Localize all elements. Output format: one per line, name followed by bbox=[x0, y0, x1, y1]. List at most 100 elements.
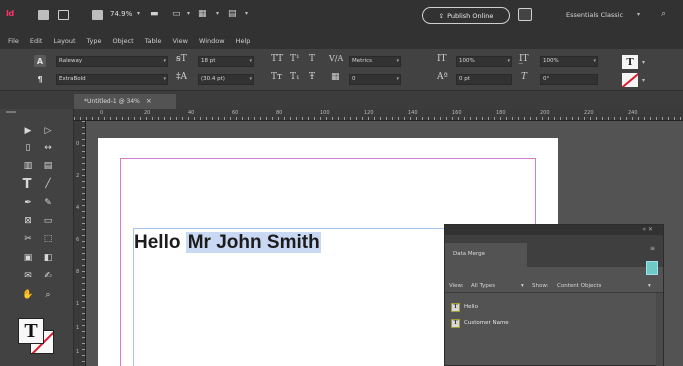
content-collector-tool-icon[interactable]: ▥ bbox=[22, 160, 34, 172]
list-item[interactable]: T Customer Name bbox=[451, 318, 509, 328]
panel-scrollbar[interactable] bbox=[656, 293, 663, 366]
vertical-ruler[interactable]: 0 2 4 6 8 1 1 1 bbox=[74, 121, 86, 366]
subscript-icon[interactable]: T₁ bbox=[290, 72, 300, 82]
direct-selection-tool-icon[interactable]: ▷ bbox=[42, 125, 54, 137]
tracking-field[interactable]: 0 ▾ bbox=[349, 74, 401, 85]
underline-icon[interactable]: T bbox=[309, 54, 315, 64]
panel-header-bar[interactable]: « ✕ bbox=[445, 225, 663, 235]
view-dropdown-icon[interactable]: ▾ bbox=[521, 283, 524, 289]
font-style-field[interactable]: ExtraBold ▾ bbox=[56, 74, 168, 85]
vertical-scale-field[interactable]: 100% ▾ bbox=[456, 56, 512, 67]
list-item[interactable]: T Hello bbox=[451, 302, 478, 312]
page-tool-icon[interactable]: ▯ bbox=[22, 142, 34, 154]
stroke-dropdown-icon[interactable]: ▾ bbox=[642, 77, 645, 84]
image-field-icon[interactable] bbox=[646, 261, 658, 275]
view-options-icon[interactable]: ▬ bbox=[150, 9, 159, 19]
font-size-dropdown-icon[interactable]: ▾ bbox=[249, 57, 252, 66]
text-frame-content[interactable]: Hello Mr John Smith bbox=[134, 232, 321, 254]
line-tool-icon[interactable]: ╱ bbox=[42, 178, 54, 190]
fill-text-icon[interactable]: T bbox=[18, 318, 44, 344]
workspace-switcher[interactable]: Essentials Classic bbox=[566, 11, 623, 19]
panel-tab-data-merge[interactable]: Data Merge bbox=[445, 243, 527, 267]
note-tool-icon[interactable]: ✉ bbox=[22, 270, 34, 282]
pen-tool-icon[interactable]: ✒ bbox=[22, 197, 34, 209]
text-stroke-none-swatch-icon[interactable] bbox=[622, 73, 638, 87]
font-family-field[interactable]: Raleway ▾ bbox=[56, 56, 168, 67]
character-formatting-icon[interactable]: A bbox=[34, 55, 46, 67]
zoom-dropdown-icon[interactable]: ▾ bbox=[137, 10, 140, 17]
leading-dropdown-icon[interactable]: ▾ bbox=[249, 75, 252, 84]
selection-tool-icon[interactable]: ▶ bbox=[22, 125, 34, 137]
layout-icon[interactable]: ▤ bbox=[228, 9, 237, 19]
collapse-panel-icon[interactable]: « ✕ bbox=[642, 226, 653, 233]
font-family-dropdown-icon[interactable]: ▾ bbox=[163, 57, 166, 66]
menu-view[interactable]: View bbox=[173, 37, 188, 45]
all-caps-icon[interactable]: TT bbox=[271, 54, 283, 64]
search-icon[interactable]: ⌕ bbox=[661, 9, 666, 19]
small-caps-icon[interactable]: Tᴛ bbox=[271, 72, 282, 82]
tools-panel-grip[interactable] bbox=[6, 111, 16, 113]
baseline-shift-field[interactable]: 0 pt bbox=[456, 74, 512, 85]
menu-type[interactable]: Type bbox=[87, 37, 102, 45]
stock-icon[interactable] bbox=[58, 10, 69, 20]
layout-dropdown-icon[interactable]: ▾ bbox=[245, 10, 248, 17]
leading-value: (30.4 pt) bbox=[201, 76, 225, 82]
menu-table[interactable]: Table bbox=[145, 37, 162, 45]
menu-edit[interactable]: Edit bbox=[30, 37, 43, 45]
arrange-dropdown-icon[interactable]: ▾ bbox=[216, 10, 219, 17]
kerning-field[interactable]: Metrics ▾ bbox=[349, 56, 401, 67]
menu-object[interactable]: Object bbox=[113, 37, 134, 45]
scissors-tool-icon[interactable]: ✂ bbox=[22, 233, 34, 245]
free-transform-tool-icon[interactable]: ⬚ bbox=[42, 233, 54, 245]
menu-file[interactable]: File bbox=[8, 37, 19, 45]
menu-window[interactable]: Window bbox=[199, 37, 225, 45]
show-select[interactable]: Content Objects bbox=[557, 283, 601, 289]
arrange-documents-icon[interactable]: ▦ bbox=[198, 9, 207, 19]
paragraph-formatting-icon[interactable]: ¶ bbox=[34, 73, 46, 85]
hand-tool-icon[interactable]: ✋ bbox=[22, 289, 34, 301]
rectangle-tool-icon[interactable]: ▭ bbox=[42, 215, 54, 227]
panel-menu-icon[interactable]: ≡ bbox=[650, 245, 655, 252]
vertical-scale-dropdown-icon[interactable]: ▾ bbox=[507, 57, 510, 66]
screen-mode-dropdown-icon[interactable]: ▾ bbox=[187, 10, 190, 17]
screen-mode-icon[interactable]: ▭ bbox=[172, 9, 181, 19]
workspace-dropdown-icon[interactable]: ▾ bbox=[637, 11, 640, 18]
static-text[interactable]: Hello bbox=[134, 232, 186, 253]
view-select[interactable]: All Types bbox=[471, 283, 495, 289]
selected-placeholder-text[interactable]: Mr John Smith bbox=[185, 232, 321, 253]
gradient-feather-tool-icon[interactable]: ◧ bbox=[42, 252, 54, 264]
font-style-dropdown-icon[interactable]: ▾ bbox=[163, 75, 166, 84]
leading-field[interactable]: (30.4 pt) ▾ bbox=[198, 74, 254, 85]
fill-dropdown-icon[interactable]: ▾ bbox=[642, 59, 645, 66]
close-tab-icon[interactable]: × bbox=[146, 97, 152, 105]
zoom-tool-icon[interactable]: ⌕ bbox=[42, 289, 54, 301]
share-icon[interactable] bbox=[518, 8, 532, 21]
skew-field[interactable]: 0° bbox=[540, 74, 598, 85]
horizontal-ruler[interactable]: 0 20 40 60 80 100 120 140 160 180 200 22… bbox=[74, 109, 683, 121]
tracking-dropdown-icon[interactable]: ▾ bbox=[396, 75, 399, 84]
gradient-swatch-tool-icon[interactable]: ▣ bbox=[22, 252, 34, 264]
content-placer-tool-icon[interactable]: ▤ bbox=[42, 160, 54, 172]
gap-tool-icon[interactable]: ↔ bbox=[42, 142, 54, 154]
pencil-tool-icon[interactable]: ✎ bbox=[42, 197, 54, 209]
menu-help[interactable]: Help bbox=[236, 37, 251, 45]
publish-online-button[interactable]: ⇪ Publish Online bbox=[422, 7, 510, 24]
document-tab[interactable]: *Untitled-1 @ 34% × bbox=[74, 94, 176, 109]
zoom-level[interactable]: 74.9% bbox=[110, 10, 132, 18]
strikethrough-icon[interactable]: Ŧ bbox=[309, 72, 315, 82]
menu-layout[interactable]: Layout bbox=[53, 37, 75, 45]
horizontal-scale-dropdown-icon[interactable]: ▾ bbox=[593, 57, 596, 66]
font-size-field[interactable]: 18 pt ▾ bbox=[198, 56, 254, 67]
fill-stroke-icon[interactable]: T bbox=[18, 318, 64, 358]
superscript-icon[interactable]: T¹ bbox=[290, 54, 300, 64]
bridge-icon[interactable] bbox=[38, 10, 49, 20]
kerning-dropdown-icon[interactable]: ▾ bbox=[396, 57, 399, 66]
text-fill-swatch-icon[interactable]: T bbox=[622, 55, 638, 69]
type-tool-icon[interactable]: T bbox=[21, 177, 33, 192]
zoom-icon[interactable] bbox=[92, 10, 103, 20]
horizontal-scale-field[interactable]: 100% ▾ bbox=[540, 56, 598, 67]
eyedropper-tool-icon[interactable]: ✍ bbox=[42, 270, 54, 282]
font-size-value: 18 pt bbox=[201, 58, 216, 64]
show-dropdown-icon[interactable]: ▾ bbox=[648, 283, 651, 289]
rectangle-frame-tool-icon[interactable]: ⊠ bbox=[22, 215, 34, 227]
